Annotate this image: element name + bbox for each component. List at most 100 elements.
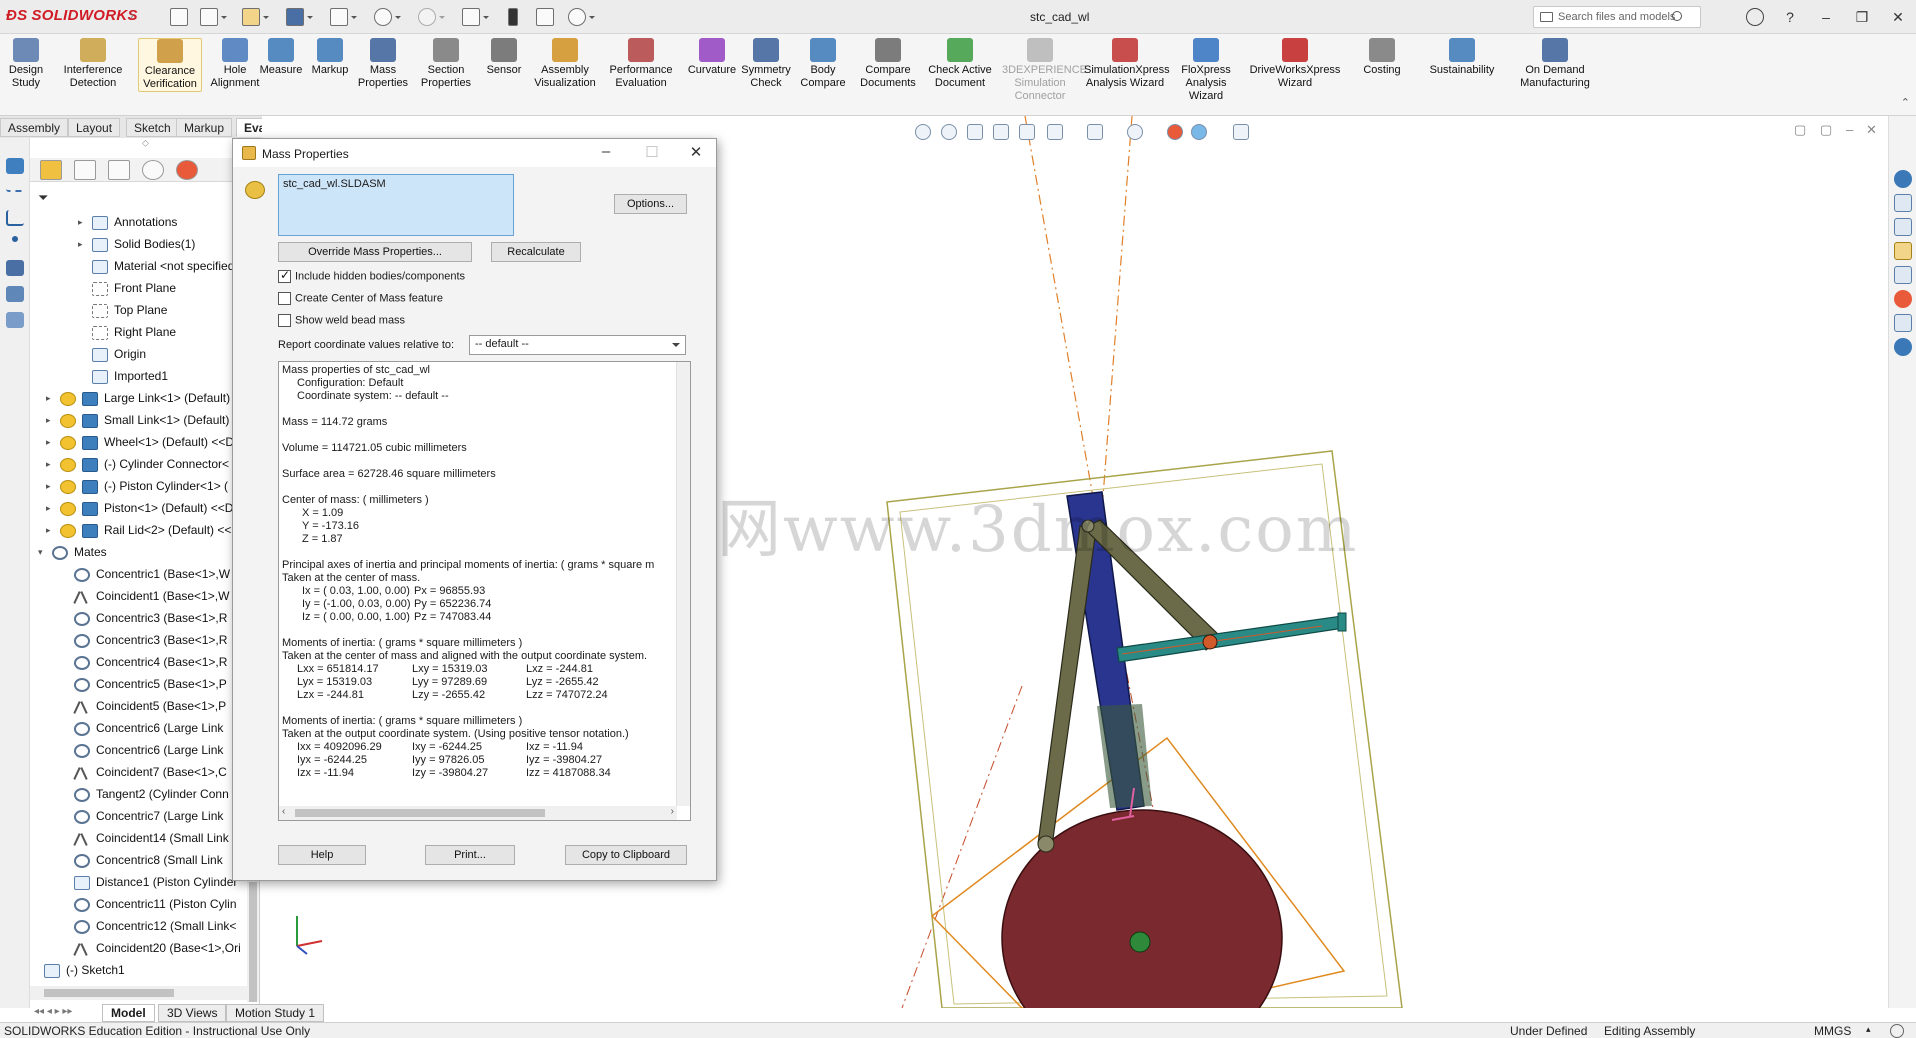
tree-item[interactable]: ▸ Annotations — [78, 211, 177, 233]
selected-items-box[interactable]: stc_cad_wl.SLDASM — [278, 174, 514, 236]
interference-detection-button[interactable]: Interference Detection — [52, 38, 134, 90]
rebuild-status-icon[interactable] — [1890, 1024, 1904, 1038]
display-manager-tab-icon[interactable] — [176, 160, 198, 180]
appearances-icon[interactable] — [1894, 290, 1912, 308]
tree-item[interactable]: Concentric6 (Large Link — [74, 717, 223, 739]
display-style-icon[interactable] — [1087, 124, 1103, 140]
expand-arrow-icon[interactable]: ▸ — [46, 431, 51, 453]
tree-item[interactable]: Concentric8 (Small Link — [74, 849, 223, 871]
results-vertical-scrollbar[interactable] — [676, 362, 690, 806]
minimize-button[interactable]: – — [1816, 8, 1836, 26]
section-properties-button[interactable]: Section Properties — [416, 38, 476, 90]
apply-scene-icon[interactable] — [1191, 124, 1207, 140]
tree-item[interactable]: Concentric6 (Large Link — [74, 739, 223, 761]
costing-button[interactable]: Costing — [1352, 38, 1412, 77]
include-hidden-checkbox[interactable] — [278, 268, 291, 283]
override-mass-properties-button[interactable]: Override Mass Properties... — [278, 242, 472, 262]
configuration-manager-tab-icon[interactable] — [108, 160, 130, 180]
menu-expand-arrow-icon[interactable]: › — [130, 8, 134, 22]
expand-arrow-icon[interactable]: ▸ — [46, 519, 51, 541]
coordinate-system-select[interactable]: -- default -- — [469, 335, 686, 355]
tree-item[interactable]: Coincident14 (Small Link — [74, 827, 229, 849]
expand-arrow-icon[interactable]: ▸ — [46, 387, 51, 409]
dynamic-annotation-icon[interactable] — [1019, 124, 1035, 140]
recalculate-button[interactable]: Recalculate — [491, 242, 581, 262]
design-library-icon[interactable] — [1894, 218, 1912, 236]
piston-pin[interactable] — [1202, 634, 1218, 650]
tree-item[interactable]: Imported1 — [92, 365, 168, 387]
bottom-tab-model[interactable]: Model — [102, 1004, 155, 1022]
tree-item[interactable]: Coincident20 (Base<1>,Ori — [74, 937, 241, 959]
include-hidden-checkbox-row[interactable]: Include hidden bodies/components — [278, 268, 465, 283]
wheel-center-pin[interactable] — [1129, 931, 1151, 953]
tree-item[interactable]: ▾ Mates — [38, 541, 107, 563]
panel-splitter-icon[interactable]: ⬦ — [142, 138, 149, 149]
tree-item[interactable]: ▸ Large Link<1> (Default) — [46, 387, 230, 409]
view-settings-icon[interactable] — [1233, 124, 1249, 140]
help-icon[interactable]: ? — [1780, 8, 1800, 26]
weld-bead-checkbox-row[interactable]: Show weld bead mass — [278, 314, 405, 327]
tree-item[interactable]: ▸ Solid Bodies(1) — [78, 233, 195, 255]
expand-arrow-icon[interactable]: ▸ — [78, 211, 83, 233]
tree-item[interactable]: Concentric3 (Base<1>,R — [74, 629, 227, 651]
measure-button[interactable]: Measure — [256, 38, 306, 77]
coordinate-system-icon[interactable] — [6, 210, 24, 226]
rebuild-traffic-light-icon[interactable] — [508, 8, 518, 26]
view-palette-icon[interactable] — [1894, 266, 1912, 284]
tree-item[interactable]: Coincident7 (Base<1>,C — [74, 761, 227, 783]
custom-properties-icon[interactable] — [1894, 314, 1912, 332]
explode-view-icon[interactable] — [6, 286, 24, 302]
tree-item[interactable]: Concentric3 (Base<1>,R — [74, 607, 227, 629]
tab-sketch[interactable]: Sketch — [126, 118, 179, 137]
tab-scroll-arrows[interactable]: ◂◂ ◂ ▸ ▸▸ — [34, 1006, 72, 1017]
sustainability-button[interactable]: Sustainability — [1418, 38, 1506, 77]
close-window-button[interactable]: ✕ — [1888, 8, 1908, 26]
print-icon[interactable] — [330, 8, 357, 26]
expand-arrow-icon[interactable]: ▸ — [46, 453, 51, 475]
design-study-button[interactable]: Design Study — [4, 38, 48, 90]
move-component-icon[interactable] — [6, 260, 24, 276]
property-manager-tab-icon[interactable] — [74, 160, 96, 180]
point-icon[interactable] — [12, 236, 18, 242]
expand-arrow-icon[interactable]: ▸ — [78, 233, 83, 255]
tree-item[interactable]: Concentric5 (Base<1>,P — [74, 673, 227, 695]
viewport-tile-right-icon[interactable]: ▢ — [1820, 122, 1832, 138]
solidworks-resources-icon[interactable] — [1894, 194, 1912, 212]
simulation-icon[interactable] — [6, 312, 24, 328]
filter-icon[interactable]: ⏷ — [38, 190, 48, 206]
print-button[interactable]: Print... — [425, 845, 515, 865]
results-text-area[interactable]: Mass properties of stc_cad_wl Configurat… — [278, 361, 691, 821]
tree-item[interactable]: Concentric12 (Small Link< — [74, 915, 236, 937]
tree-item[interactable]: Coincident5 (Base<1>,P — [74, 695, 226, 717]
dialog-close-button[interactable]: ✕ — [685, 143, 707, 161]
results-horizontal-scrollbar[interactable]: ‹ › — [279, 806, 677, 820]
tree-item[interactable]: (-) Sketch1 — [44, 959, 125, 981]
user-account-icon[interactable] — [1746, 8, 1764, 26]
bottom-tab-3d-views[interactable]: 3D Views — [158, 1004, 227, 1022]
scroll-thumb[interactable] — [249, 882, 257, 1002]
tree-item[interactable]: ▸ Piston<1> (Default) <<D — [46, 497, 233, 519]
tree-item[interactable]: ▸ (-) Piston Cylinder<1> ( — [46, 475, 228, 497]
body-compare-button[interactable]: Body Compare — [794, 38, 852, 90]
dialog-minimize-button[interactable]: – — [595, 143, 617, 160]
tree-item[interactable]: Distance1 (Piston Cylinder — [74, 871, 237, 893]
viewport-minimize-icon[interactable]: – — [1846, 122, 1853, 137]
tree-item[interactable]: ▸ Rail Lid<2> (Default) << — [46, 519, 231, 541]
tree-item[interactable]: Origin — [92, 343, 146, 365]
redo-icon[interactable] — [418, 8, 445, 26]
on-demand-manufacturing-button[interactable]: On Demand Manufacturing — [1512, 38, 1598, 90]
save-icon[interactable] — [286, 8, 313, 26]
piston-cylinder-part[interactable] — [1097, 704, 1152, 808]
tree-item[interactable]: Tangent2 (Cylinder Conn — [74, 783, 229, 805]
tree-item[interactable]: Top Plane — [92, 299, 167, 321]
scroll-thumb[interactable] — [295, 809, 545, 817]
zoom-to-area-icon[interactable] — [941, 124, 957, 140]
select-arrow-icon[interactable] — [462, 8, 489, 26]
tab-layout[interactable]: Layout — [68, 118, 121, 137]
scroll-right-icon[interactable]: › — [671, 806, 674, 817]
tree-item[interactable]: Concentric7 (Large Link — [74, 805, 223, 827]
dialog-title-bar[interactable]: Mass Properties – ☐ ✕ — [233, 139, 716, 167]
link-pin[interactable] — [1037, 835, 1055, 853]
search-files-input[interactable]: Search files and models — [1533, 6, 1701, 28]
tree-item[interactable]: Material <not specified> — [92, 255, 241, 277]
